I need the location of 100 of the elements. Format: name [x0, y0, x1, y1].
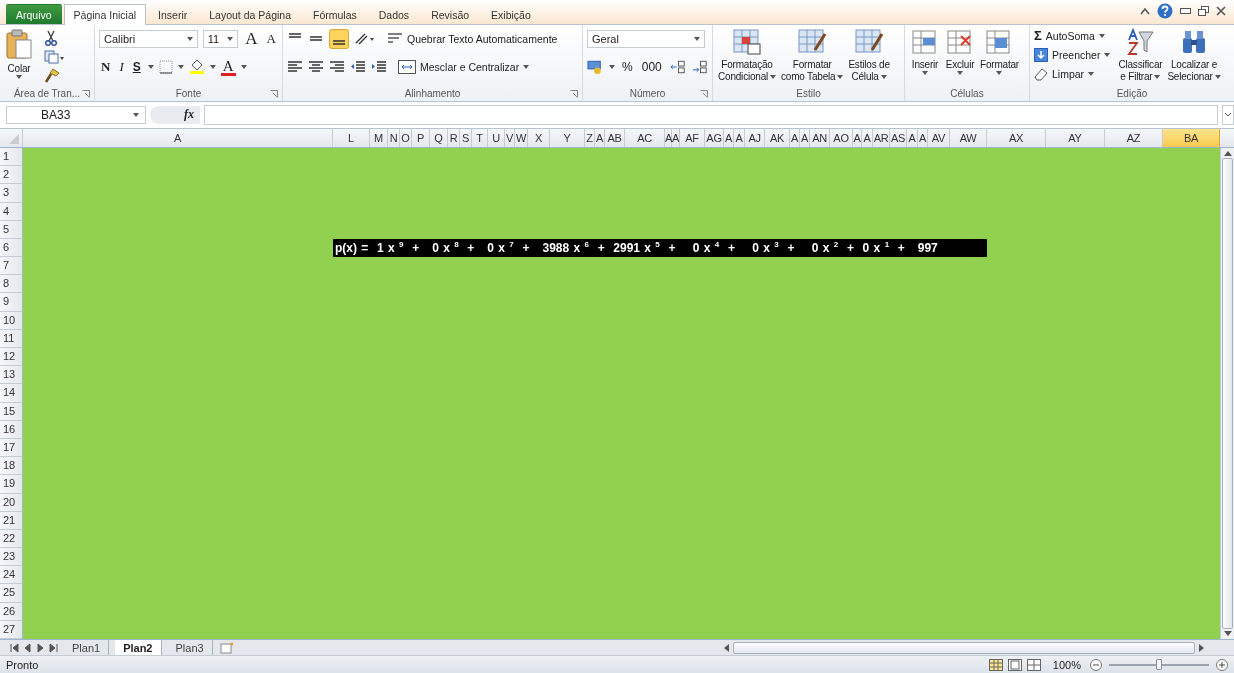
- column-header[interactable]: AG: [705, 128, 724, 147]
- align-bottom-icon[interactable]: [329, 29, 349, 50]
- column-header[interactable]: AB: [605, 128, 625, 147]
- row-header[interactable]: 8: [0, 275, 23, 294]
- grow-font-button[interactable]: A: [243, 29, 260, 50]
- decrease-decimal-icon[interactable]: [690, 59, 708, 76]
- column-header[interactable]: A: [595, 128, 605, 147]
- restore-icon[interactable]: [1198, 6, 1209, 17]
- bold-button[interactable]: N: [99, 59, 113, 76]
- column-header[interactable]: A: [665, 128, 672, 147]
- paste-button[interactable]: Colar: [4, 28, 34, 86]
- scroll-left-icon[interactable]: [724, 643, 729, 652]
- find-select-button[interactable]: Localizar e Selecionar: [1166, 28, 1222, 84]
- zoom-level[interactable]: 100%: [1052, 658, 1081, 671]
- sheet-tab[interactable]: Plan2: [115, 640, 162, 655]
- row-header[interactable]: 3: [0, 184, 23, 203]
- ribbon-tab[interactable]: Inserir: [148, 4, 198, 25]
- minimize-ribbon-icon[interactable]: [1140, 7, 1150, 16]
- zoom-in-icon[interactable]: [1216, 658, 1228, 671]
- sheet-nav-icon[interactable]: [10, 642, 58, 653]
- column-header[interactable]: A: [918, 128, 928, 147]
- column-header[interactable]: AR: [873, 128, 890, 147]
- increase-indent-icon[interactable]: [371, 60, 387, 75]
- column-header[interactable]: P: [412, 128, 430, 147]
- row-header[interactable]: 18: [0, 457, 23, 476]
- ribbon-tab[interactable]: Revisão: [421, 4, 480, 25]
- column-header[interactable]: Q: [430, 128, 448, 147]
- column-header[interactable]: R: [448, 128, 460, 147]
- column-header[interactable]: A: [734, 128, 745, 147]
- align-left-icon[interactable]: [287, 60, 303, 75]
- column-header[interactable]: AO: [830, 128, 853, 147]
- column-header[interactable]: AX: [987, 128, 1046, 147]
- column-header[interactable]: Y: [550, 128, 585, 147]
- column-header[interactable]: AC: [625, 128, 665, 147]
- increase-decimal-icon[interactable]: [668, 59, 686, 76]
- clear-button[interactable]: Limpar: [1034, 67, 1111, 82]
- font-size-field[interactable]: 11: [202, 30, 239, 49]
- column-header[interactable]: X: [528, 128, 550, 147]
- file-tab[interactable]: Arquivo: [6, 4, 62, 25]
- ribbon-tab[interactable]: Exibição: [481, 4, 541, 25]
- page-break-view-icon[interactable]: [1025, 657, 1042, 672]
- column-header[interactable]: A: [672, 128, 680, 147]
- sort-filter-button[interactable]: Classificar e Filtrar: [1117, 28, 1164, 84]
- dialog-launcher-icon[interactable]: [82, 89, 90, 98]
- italic-button[interactable]: I: [117, 59, 126, 76]
- expand-icon[interactable]: [1222, 104, 1234, 125]
- row-header[interactable]: 7: [0, 257, 23, 276]
- column-header[interactable]: AS: [890, 128, 907, 147]
- dialog-launcher-icon[interactable]: [570, 89, 578, 98]
- row-header[interactable]: 13: [0, 366, 23, 385]
- autosum-button[interactable]: Σ AutoSoma: [1034, 28, 1111, 44]
- column-header[interactable]: V: [505, 128, 515, 147]
- column-header[interactable]: M: [370, 128, 388, 147]
- wrap-text-button[interactable]: Quebrar Texto Automaticamente: [387, 32, 558, 47]
- column-header[interactable]: A: [862, 128, 873, 147]
- column-header[interactable]: AJ: [745, 128, 765, 147]
- cells-button[interactable]: Formatar: [979, 28, 1020, 76]
- row-header[interactable]: 23: [0, 548, 23, 567]
- merge-center-button[interactable]: Mesclar e Centralizar: [398, 60, 530, 75]
- name-box[interactable]: BA33: [6, 105, 146, 124]
- column-header[interactable]: BA: [1163, 128, 1220, 147]
- row-header[interactable]: 24: [0, 566, 23, 585]
- column-header[interactable]: Z: [585, 128, 595, 147]
- row-header[interactable]: 25: [0, 584, 23, 603]
- column-header[interactable]: N: [388, 128, 400, 147]
- thousands-button[interactable]: 000: [639, 60, 664, 75]
- style-button[interactable]: Estilos de Célula: [847, 28, 891, 84]
- font-name-field[interactable]: Calibri: [99, 30, 198, 49]
- close-icon[interactable]: [1216, 6, 1226, 17]
- column-header[interactable]: AV: [928, 128, 950, 147]
- minimize-icon[interactable]: [1180, 8, 1191, 15]
- column-header[interactable]: L: [333, 128, 370, 147]
- shrink-font-button[interactable]: A: [264, 31, 278, 48]
- column-header[interactable]: S: [460, 128, 472, 147]
- paintbrush-icon[interactable]: [44, 68, 60, 85]
- column-header[interactable]: A: [800, 128, 810, 147]
- zoom-out-icon[interactable]: [1090, 658, 1102, 671]
- cells-button[interactable]: Excluir: [944, 28, 976, 76]
- scissors-icon[interactable]: [44, 30, 58, 47]
- vertical-scrollbar[interactable]: [1220, 147, 1234, 639]
- column-header[interactable]: AY: [1046, 128, 1105, 147]
- fill-button[interactable]: Preencher: [1034, 48, 1111, 63]
- column-header[interactable]: A: [907, 128, 918, 147]
- style-button[interactable]: Formatação Condicional: [717, 28, 778, 84]
- font-color-button[interactable]: A: [220, 58, 236, 76]
- dialog-launcher-icon[interactable]: [270, 89, 278, 98]
- formula-input[interactable]: [204, 104, 1218, 125]
- scroll-right-icon[interactable]: [1199, 643, 1204, 652]
- align-center-icon[interactable]: [308, 60, 324, 75]
- cells-button[interactable]: Inserir: [909, 28, 941, 76]
- scroll-down-icon[interactable]: [1223, 631, 1232, 636]
- horizontal-scrollbar[interactable]: [724, 641, 1204, 654]
- number-format-field[interactable]: Geral: [587, 30, 705, 49]
- style-button[interactable]: Formatar como Tabela: [780, 28, 845, 84]
- insert-function-button[interactable]: fx: [184, 107, 194, 123]
- decrease-indent-icon[interactable]: [350, 60, 366, 75]
- column-header[interactable]: U: [488, 128, 505, 147]
- align-right-icon[interactable]: [329, 60, 345, 75]
- column-header[interactable]: O: [400, 128, 412, 147]
- borders-icon[interactable]: [158, 60, 173, 75]
